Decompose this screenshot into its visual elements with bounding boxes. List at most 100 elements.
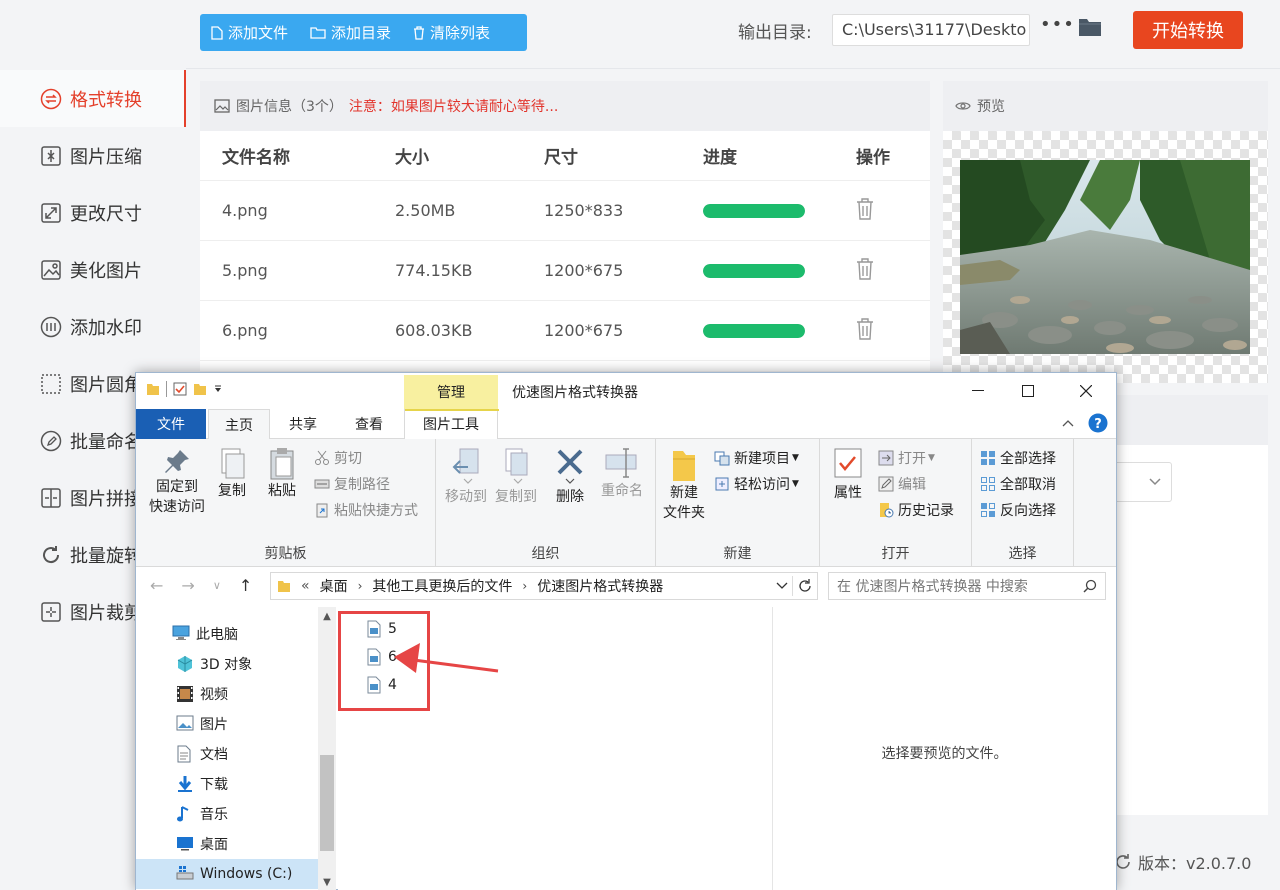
tab-picture-tools[interactable]: 图片工具 [404,409,499,439]
tab-share[interactable]: 共享 [270,409,336,439]
address-bar[interactable]: « 桌面 › 其他工具更换后的文件 › 优速图片格式转换器 [270,572,818,600]
collapse-ribbon-icon[interactable] [1062,419,1074,427]
sidebar-item-format-convert[interactable]: 格式转换 [0,70,186,127]
breadcrumb-current[interactable]: 优速图片格式转换器 [537,576,663,596]
minimize-button[interactable] [966,379,990,403]
new-item-button[interactable]: 新建项目 ▼ [714,447,799,469]
nav-scrollbar[interactable]: ▲ ▼ [318,607,336,890]
new-group: 新建 文件夹 新建项目 ▼ 轻松访问 ▼ 新建 [656,439,820,567]
nav-item-video[interactable]: 视频 [136,679,318,709]
delete-icon[interactable] [856,317,874,340]
scroll-up-icon[interactable]: ▲ [318,607,336,625]
scissors-icon [315,450,329,465]
open-folder-icon[interactable] [1078,17,1102,41]
select-none-button[interactable]: 全部取消 [980,473,1056,495]
sidebar-item-beautify[interactable]: 美化图片 [0,241,186,298]
copy-button[interactable]: 复制 [214,447,250,501]
select-none-icon [981,477,995,491]
refresh-icon[interactable] [797,578,813,594]
table-row[interactable]: 4.png 2.50MB 1250*833 [200,181,930,241]
address-dropdown-icon[interactable] [776,582,788,590]
edit-button[interactable]: 编辑 [878,473,926,495]
scroll-thumb[interactable] [320,755,334,851]
start-convert-button[interactable]: 开始转换 [1133,11,1243,49]
nav-item-windows-c[interactable]: Windows (C:) [136,859,318,889]
pictures-icon [176,715,194,733]
tab-home[interactable]: 主页 [208,409,270,439]
properties-button[interactable]: 属性 [828,447,868,503]
delete-icon[interactable] [856,257,874,280]
invert-selection-button[interactable]: 反向选择 [980,499,1056,521]
back-arrow-icon[interactable]: ← [150,576,163,595]
more-options-button[interactable]: ••• [1040,14,1075,35]
col-dims[interactable]: 尺寸 [522,143,681,168]
move-to-button[interactable]: 移动到 [442,447,490,507]
folder-icon [147,384,159,395]
recent-chevron-icon[interactable]: ∨ [213,579,221,592]
output-dir-field[interactable]: C:\Users\31177\Deskto [832,14,1030,46]
select-all-button[interactable]: 全部选择 [980,447,1056,469]
breadcrumb-folder[interactable]: 其他工具更换后的文件 [372,576,512,596]
nav-item-downloads[interactable]: 下载 [136,769,318,799]
nav-item-pictures[interactable]: 图片 [136,709,318,739]
scroll-down-icon[interactable]: ▼ [318,873,336,890]
paste-shortcut-button[interactable]: 粘贴快捷方式 [314,499,418,521]
tab-view[interactable]: 查看 [336,409,402,439]
music-icon [176,805,194,823]
rename-icon [605,448,637,478]
new-folder-icon[interactable] [193,382,207,396]
nav-item-this-pc[interactable]: 此电脑 [136,619,318,649]
new-folder-button[interactable]: 新建 文件夹 [660,447,708,523]
close-button[interactable] [1074,379,1098,403]
history-button[interactable]: 历史记录 [878,499,954,521]
nav-item-documents[interactable]: 文档 [136,739,318,769]
file-item[interactable]: 5 [366,617,397,641]
help-icon[interactable]: ? [1088,413,1108,433]
breadcrumb-overflow[interactable]: « [301,578,310,594]
customize-dropdown-icon[interactable] [213,384,223,394]
properties-check-icon[interactable] [173,382,187,396]
open-button[interactable]: 打开 ▼ [878,447,935,469]
cut-button[interactable]: 剪切 [314,447,362,469]
table-row[interactable]: 5.png 774.15KB 1200*675 [200,241,930,301]
add-directory-button[interactable]: 添加目录 [299,14,402,51]
sidebar-item-resize[interactable]: 更改尺寸 [0,184,186,241]
progress-bar [703,323,805,338]
copy-label: 复制 [218,483,246,499]
rename-button[interactable]: 重命名 [596,447,648,501]
quick-access-toolbar [146,381,223,397]
pin-label: 固定到 快速访问 [149,479,205,515]
sidebar-item-compress[interactable]: 图片压缩 [0,127,186,184]
table-row[interactable]: 6.png 608.03KB 1200*675 [200,301,930,361]
search-input[interactable]: 在 优速图片格式转换器 中搜索 [828,572,1106,600]
nav-item-music[interactable]: 音乐 [136,799,318,829]
sidebar-item-watermark[interactable]: 添加水印 [0,298,186,355]
history-label: 历史记录 [898,503,954,519]
col-progress[interactable]: 进度 [681,143,828,168]
col-size[interactable]: 大小 [373,143,522,168]
file-item[interactable]: 6 [366,645,397,669]
col-name[interactable]: 文件名称 [200,143,373,168]
copy-to-button[interactable]: 复制到 [492,447,540,507]
easy-access-button[interactable]: 轻松访问 ▼ [714,473,799,495]
paste-button[interactable]: 粘贴 [264,447,300,501]
preview-canvas [943,131,1268,383]
nav-item-3d-objects[interactable]: 3D 对象 [136,649,318,679]
maximize-button[interactable] [1016,379,1040,403]
clear-list-button[interactable]: 清除列表 [402,14,501,51]
delete-button[interactable]: 删除 [552,447,588,507]
add-file-button[interactable]: 添加文件 [200,14,299,51]
delete-icon[interactable] [856,197,874,220]
copy-path-button[interactable]: 复制路径 [314,473,390,495]
pin-quick-access-button[interactable]: 固定到 快速访问 [144,447,210,517]
clipboard-group: 固定到 快速访问 复制 粘贴 剪切 复制路径 粘贴快捷方式 剪贴板 [136,439,436,567]
nav-item-desktop[interactable]: 桌面 [136,829,318,859]
manage-context-tab[interactable]: 管理 [404,375,498,409]
forward-arrow-icon[interactable]: → [181,576,194,595]
address-row: ← → ∨ ↑ « 桌面 › 其他工具更换后的文件 › 优速图片格式转换器 在 … [136,567,1116,607]
copy-icon [221,448,245,479]
breadcrumb-desktop[interactable]: 桌面 [320,576,348,596]
file-item[interactable]: 4 [366,673,397,697]
up-arrow-icon[interactable]: ↑ [239,576,252,595]
tab-file[interactable]: 文件 [136,409,206,439]
